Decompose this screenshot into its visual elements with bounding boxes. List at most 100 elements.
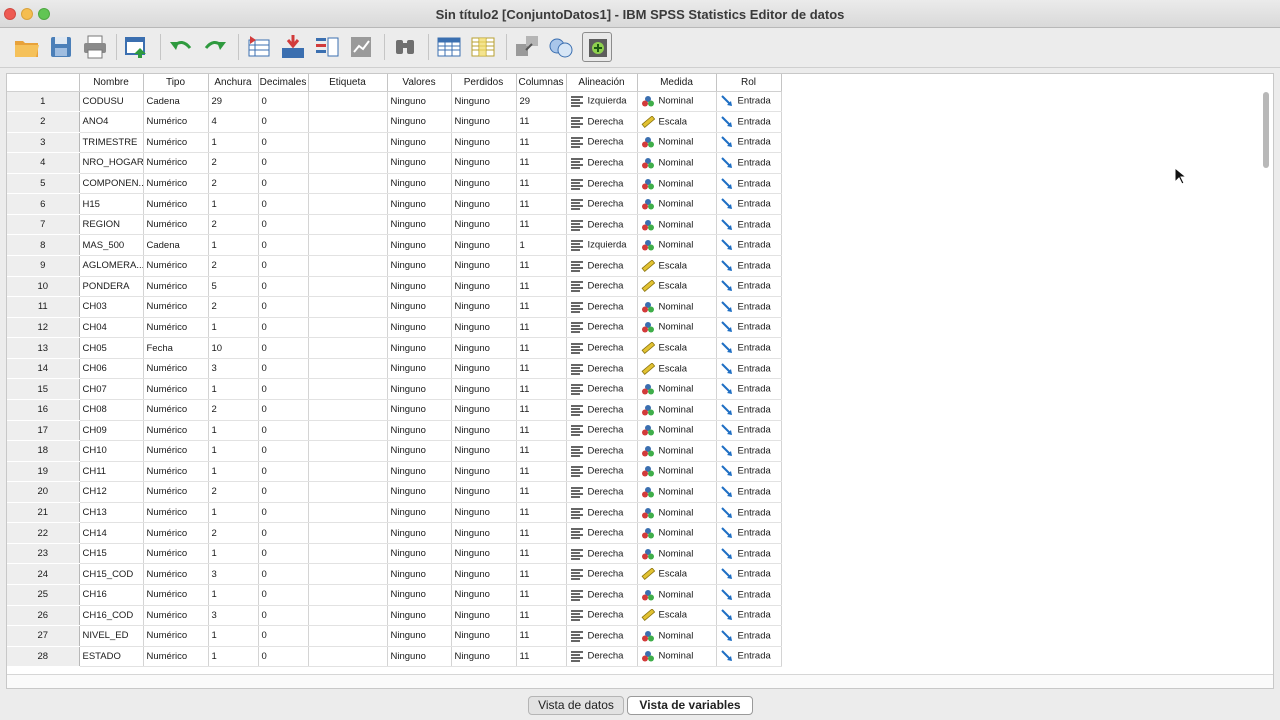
cell-columnas[interactable]: 11 (516, 605, 567, 627)
cell-rol[interactable]: Entrada (716, 481, 782, 503)
row-number-cell[interactable]: 18 (7, 440, 80, 462)
cell-decimales[interactable]: 0 (258, 255, 309, 277)
cell-columnas[interactable]: 11 (516, 461, 567, 483)
insert-variable-icon[interactable] (468, 32, 498, 62)
cell-valores[interactable]: Ninguno (387, 399, 452, 421)
cell-rol[interactable]: Entrada (716, 91, 782, 113)
cell-anchura[interactable]: 1 (208, 193, 259, 215)
save-icon[interactable] (46, 32, 76, 62)
cell-nombre[interactable]: H15 (79, 193, 144, 215)
cell-columnas[interactable]: 11 (516, 111, 567, 133)
cell-columnas[interactable]: 11 (516, 522, 567, 544)
cell-medida[interactable]: Nominal (637, 646, 717, 668)
cell-columnas[interactable]: 11 (516, 337, 567, 359)
cell-tipo[interactable]: Numérico (143, 522, 209, 544)
cell-perdidos[interactable]: Ninguno (451, 111, 517, 133)
open-folder-icon[interactable] (12, 32, 42, 62)
cell-anchura[interactable]: 2 (208, 214, 259, 236)
cell-perdidos[interactable]: Ninguno (451, 276, 517, 298)
cell-anchura[interactable]: 3 (208, 605, 259, 627)
cell-alineacion[interactable]: Derecha (566, 399, 638, 421)
cell-tipo[interactable]: Numérico (143, 193, 209, 215)
row-number-cell[interactable]: 9 (7, 255, 80, 277)
cell-etiqueta[interactable] (308, 234, 388, 256)
cell-medida[interactable]: Nominal (637, 543, 717, 565)
cell-valores[interactable]: Ninguno (387, 337, 452, 359)
cell-medida[interactable]: Nominal (637, 317, 717, 339)
cell-perdidos[interactable]: Ninguno (451, 296, 517, 318)
header-rol[interactable]: Rol (716, 74, 782, 92)
cell-etiqueta[interactable] (308, 317, 388, 339)
row-number-cell[interactable]: 13 (7, 337, 80, 359)
cell-nombre[interactable]: CH09 (79, 420, 144, 442)
cell-rol[interactable]: Entrada (716, 543, 782, 565)
cell-rol[interactable]: Entrada (716, 132, 782, 154)
cell-alineacion[interactable]: Derecha (566, 625, 638, 647)
cell-decimales[interactable]: 0 (258, 440, 309, 462)
cell-medida[interactable]: Nominal (637, 378, 717, 400)
cell-valores[interactable]: Ninguno (387, 152, 452, 174)
cell-alineacion[interactable]: Derecha (566, 502, 638, 524)
cell-valores[interactable]: Ninguno (387, 132, 452, 154)
cell-nombre[interactable]: CH04 (79, 317, 144, 339)
cell-perdidos[interactable]: Ninguno (451, 461, 517, 483)
cell-perdidos[interactable]: Ninguno (451, 91, 517, 113)
find-icon[interactable] (390, 32, 420, 62)
cell-columnas[interactable]: 11 (516, 543, 567, 565)
cell-valores[interactable]: Ninguno (387, 440, 452, 462)
row-number-cell[interactable]: 4 (7, 152, 80, 174)
cell-anchura[interactable]: 1 (208, 543, 259, 565)
cell-decimales[interactable]: 0 (258, 625, 309, 647)
cell-nombre[interactable]: COMPONEN... (79, 173, 144, 195)
cell-rol[interactable]: Entrada (716, 399, 782, 421)
cell-nombre[interactable]: NIVEL_ED (79, 625, 144, 647)
cell-valores[interactable]: Ninguno (387, 296, 452, 318)
header-tipo[interactable]: Tipo (143, 74, 209, 92)
cell-etiqueta[interactable] (308, 276, 388, 298)
cell-rol[interactable]: Entrada (716, 111, 782, 133)
cell-decimales[interactable]: 0 (258, 605, 309, 627)
cell-alineacion[interactable]: Derecha (566, 543, 638, 565)
cell-decimales[interactable]: 0 (258, 420, 309, 442)
cell-etiqueta[interactable] (308, 173, 388, 195)
cell-nombre[interactable]: CH03 (79, 296, 144, 318)
cell-anchura[interactable]: 2 (208, 481, 259, 503)
cell-valores[interactable]: Ninguno (387, 234, 452, 256)
cell-perdidos[interactable]: Ninguno (451, 522, 517, 544)
cell-nombre[interactable]: CH08 (79, 399, 144, 421)
cell-nombre[interactable]: CH16 (79, 584, 144, 606)
cell-medida[interactable]: Nominal (637, 234, 717, 256)
row-number-cell[interactable]: 20 (7, 481, 80, 503)
cell-nombre[interactable]: ANO4 (79, 111, 144, 133)
row-number-cell[interactable]: 7 (7, 214, 80, 236)
cell-columnas[interactable]: 11 (516, 481, 567, 503)
cell-nombre[interactable]: REGION (79, 214, 144, 236)
cell-medida[interactable]: Nominal (637, 173, 717, 195)
row-number-cell[interactable]: 26 (7, 605, 80, 627)
split-file-icon[interactable] (512, 32, 542, 62)
cell-decimales[interactable]: 0 (258, 358, 309, 380)
row-number-cell[interactable]: 5 (7, 173, 80, 195)
cell-etiqueta[interactable] (308, 502, 388, 524)
header-etiqueta[interactable]: Etiqueta (308, 74, 388, 92)
cell-perdidos[interactable]: Ninguno (451, 584, 517, 606)
cell-anchura[interactable]: 1 (208, 317, 259, 339)
row-number-cell[interactable]: 10 (7, 276, 80, 298)
cell-valores[interactable]: Ninguno (387, 461, 452, 483)
cell-medida[interactable]: Escala (637, 255, 717, 277)
cell-tipo[interactable]: Numérico (143, 420, 209, 442)
cell-perdidos[interactable]: Ninguno (451, 358, 517, 380)
cell-alineacion[interactable]: Derecha (566, 378, 638, 400)
cell-medida[interactable]: Escala (637, 563, 717, 585)
cell-medida[interactable]: Nominal (637, 296, 717, 318)
row-number-cell[interactable]: 23 (7, 543, 80, 565)
cell-rol[interactable]: Entrada (716, 563, 782, 585)
cell-medida[interactable]: Nominal (637, 420, 717, 442)
row-number-cell[interactable]: 22 (7, 522, 80, 544)
cell-nombre[interactable]: CH07 (79, 378, 144, 400)
cell-etiqueta[interactable] (308, 111, 388, 133)
cell-alineacion[interactable]: Derecha (566, 317, 638, 339)
cell-columnas[interactable]: 11 (516, 378, 567, 400)
cell-etiqueta[interactable] (308, 296, 388, 318)
use-sets-icon[interactable] (582, 32, 612, 62)
